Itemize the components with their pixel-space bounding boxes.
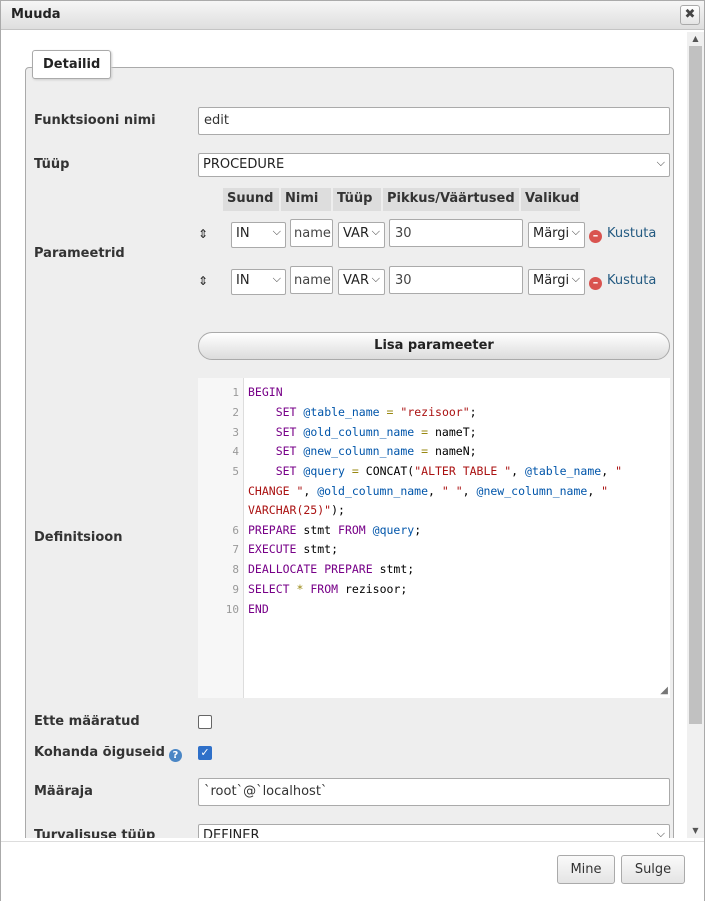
add-parameter-button[interactable]: Lisa parameeter: [198, 332, 670, 360]
scrollbar-thumb[interactable]: [689, 46, 702, 724]
line-number: 6: [232, 524, 239, 537]
drag-handle-icon[interactable]: ⇕: [198, 227, 208, 241]
security-type-label: Turvalisuse tüüp: [34, 828, 156, 838]
param-direction-value: IN: [236, 226, 250, 241]
delete-icon: –: [589, 277, 602, 290]
param-options-value: Märgi: [533, 226, 570, 241]
params-header-length: Pikkus/Väärtused: [383, 188, 519, 211]
param-type-select[interactable]: VAR ⌵: [338, 269, 385, 295]
chevron-down-icon: ⌵: [656, 827, 665, 838]
param-direction-value: IN: [236, 273, 250, 288]
close-button[interactable]: Sulge: [621, 855, 685, 884]
line-number: 8: [232, 563, 239, 576]
param-direction-select[interactable]: IN ⌵: [231, 269, 286, 295]
delete-param-link[interactable]: – Kustuta: [589, 226, 656, 243]
line-number: 5: [232, 465, 239, 478]
params-header-type: Tüüp: [333, 188, 381, 211]
routine-type-label: Tüüp: [34, 157, 70, 172]
definer-input[interactable]: `root`@`localhost`: [198, 778, 670, 806]
dialog-titlebar: Muuda ✖: [1, 1, 704, 30]
chevron-down-icon: ⌵: [371, 225, 380, 238]
code-line: SET @new_column_name = nameN;: [275, 444, 477, 458]
line-number: 7: [232, 543, 239, 556]
adjust-privileges-label: Kohanda õiguseid?: [34, 745, 182, 762]
resize-handle-icon[interactable]: ◢: [660, 685, 668, 696]
security-type-select[interactable]: DEFINER ⌵: [198, 824, 670, 838]
param-length-input[interactable]: 30: [389, 266, 523, 294]
routine-type-value: PROCEDURE: [203, 157, 285, 172]
chevron-down-icon: ⌵: [272, 272, 281, 285]
line-number: 2: [232, 406, 239, 419]
params-header-name: Nimi: [281, 188, 331, 211]
deterministic-label: Ette määratud: [34, 714, 140, 729]
adjust-privileges-checkbox[interactable]: ✓: [198, 746, 212, 760]
params-label: Parameetrid: [34, 246, 125, 261]
delete-param-link[interactable]: – Kustuta: [589, 273, 656, 290]
param-options-select[interactable]: Märgi ⌵: [528, 222, 585, 248]
param-type-value: VAR: [343, 226, 369, 241]
params-header-direction: Suund: [223, 188, 279, 211]
vertical-scrollbar[interactable]: ▲ ▼: [687, 32, 704, 838]
param-type-value: VAR: [343, 273, 369, 288]
code-line: BEGIN: [248, 385, 283, 399]
code-line: END: [248, 602, 269, 616]
param-direction-select[interactable]: IN ⌵: [231, 222, 286, 248]
dialog-content: Detailid Funktsiooni nimi edit Tüüp PROC…: [10, 32, 686, 838]
chevron-down-icon: ⌵: [371, 272, 380, 285]
drag-handle-icon[interactable]: ⇕: [198, 274, 208, 288]
line-number: 3: [232, 426, 239, 439]
deterministic-checkbox[interactable]: [198, 715, 212, 729]
code-gutter: 1 2 3 4 5 6 7 8 9 10: [198, 378, 244, 698]
param-type-select[interactable]: VAR ⌵: [338, 222, 385, 248]
code-line: SELECT * FROM rezisoor;: [248, 582, 408, 596]
tab-details[interactable]: Detailid: [32, 50, 112, 79]
param-options-value: Märgi: [533, 273, 570, 288]
param-length-input[interactable]: 30: [389, 219, 523, 247]
close-icon[interactable]: ✖: [680, 5, 700, 25]
edit-routine-dialog: Muuda ✖ Detailid Funktsiooni nimi edit T…: [0, 0, 705, 901]
definer-label: Määraja: [34, 784, 93, 799]
chevron-down-icon: ⌵: [272, 225, 281, 238]
code-line: VARCHAR(25)");: [248, 503, 345, 517]
code-line: SET @old_column_name = nameT;: [275, 425, 477, 439]
line-number: 4: [232, 445, 239, 458]
help-icon[interactable]: ?: [168, 749, 182, 762]
dialog-footer: Mine Sulge: [1, 841, 704, 901]
delete-param-label: Kustuta: [607, 273, 657, 288]
chevron-down-icon: ⌵: [571, 225, 580, 238]
scroll-down-icon[interactable]: ▼: [687, 824, 704, 838]
param-options-select[interactable]: Märgi ⌵: [528, 269, 585, 295]
line-number: 10: [225, 603, 239, 616]
code-line: SET @table_name = "rezisoor";: [275, 405, 477, 419]
routine-type-select[interactable]: PROCEDURE ⌵: [198, 153, 670, 177]
routine-name-label: Funktsiooni nimi: [34, 113, 156, 128]
line-number: 9: [232, 583, 239, 596]
chevron-down-icon: ⌵: [656, 156, 665, 169]
scroll-up-icon[interactable]: ▲: [687, 32, 704, 46]
definition-label: Definitsioon: [34, 530, 123, 545]
delete-param-label: Kustuta: [607, 226, 657, 241]
go-button[interactable]: Mine: [557, 855, 615, 884]
param-name-input[interactable]: name: [290, 219, 333, 247]
definition-code-editor[interactable]: 1 2 3 4 5 6 7 8 9 10 BEGIN SET @table_na…: [198, 378, 670, 698]
delete-icon: –: [589, 230, 602, 243]
security-type-value: DEFINER: [203, 828, 260, 838]
params-header-options: Valikud: [521, 188, 580, 211]
chevron-down-icon: ⌵: [571, 272, 580, 285]
code-line: DEALLOCATE PREPARE stmt;: [248, 562, 415, 576]
param-name-input[interactable]: name: [290, 266, 333, 294]
dialog-title: Muuda: [11, 7, 61, 22]
code-line: EXECUTE stmt;: [248, 542, 339, 556]
code-line: SET @query = CONCAT("ALTER TABLE ", @tab…: [275, 464, 622, 478]
code-line: CHANGE ", @old_column_name, " ", @new_co…: [248, 484, 609, 498]
code-line: PREPARE stmt FROM @query;: [248, 523, 422, 537]
adjust-privileges-text: Kohanda õiguseid: [34, 745, 165, 760]
line-number: 1: [232, 386, 239, 399]
routine-name-input[interactable]: edit: [198, 107, 670, 135]
